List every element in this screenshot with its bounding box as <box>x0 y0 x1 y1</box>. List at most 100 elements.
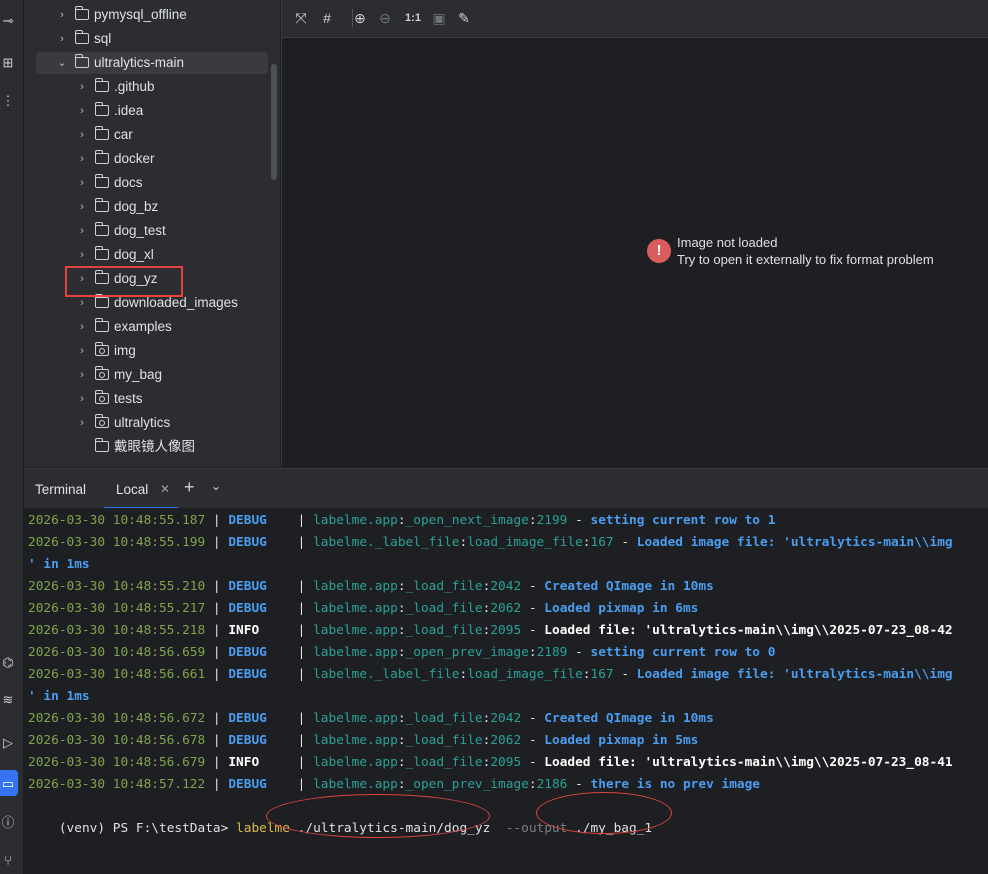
log-message: there is no prev image <box>590 777 761 792</box>
commit-icon[interactable]: ⊸ <box>0 13 16 29</box>
tree-item[interactable]: › .idea <box>24 100 280 122</box>
chevron-right-icon[interactable]: › <box>76 412 88 434</box>
log-level: DEBUG <box>228 579 267 594</box>
log-level: DEBUG <box>228 601 267 616</box>
chevron-right-icon[interactable]: › <box>76 76 88 98</box>
folder-icon <box>94 414 109 428</box>
log-module: labelme.app <box>313 601 398 616</box>
python-console-icon[interactable]: ⌬ <box>0 655 16 671</box>
terminal-header: Terminal Local ✕ + ⌄ <box>24 468 988 509</box>
folder-icon <box>94 366 109 380</box>
close-icon[interactable]: ✕ <box>160 482 170 496</box>
tree-item[interactable]: › dog_test <box>24 220 280 242</box>
folder-icon <box>94 294 109 308</box>
log-line-number: 2095 <box>490 623 522 638</box>
log-timestamp: 2026-03-30 10:48:56.672 <box>28 711 206 726</box>
chevron-right-icon[interactable]: › <box>56 4 68 26</box>
tree-item[interactable]: › docker <box>24 148 280 170</box>
git-icon[interactable]: ⑂ <box>0 853 16 869</box>
tree-item[interactable]: › docs <box>24 172 280 194</box>
chevron-down-icon[interactable]: ⌄ <box>56 52 68 74</box>
chevron-right-icon[interactable]: › <box>76 316 88 338</box>
services-icon[interactable]: ▷ <box>0 735 16 751</box>
chevron-right-icon[interactable]: › <box>56 28 68 50</box>
tree-item[interactable]: › car <box>24 124 280 146</box>
folder-icon <box>94 198 109 212</box>
log-line-number: 167 <box>590 667 614 682</box>
tree-item[interactable]: › dog_xl <box>24 244 280 266</box>
problems-icon[interactable]: ⓘ <box>0 815 16 831</box>
log-module: labelme.app <box>313 733 398 748</box>
log-message: setting current row to 0 <box>590 645 776 660</box>
chevron-right-icon[interactable]: › <box>76 148 88 170</box>
tree-item[interactable]: › dog_bz <box>24 196 280 218</box>
tree-item[interactable]: › my_bag <box>24 364 280 386</box>
tree-item[interactable]: › tests <box>24 388 280 410</box>
chevron-right-icon[interactable]: › <box>76 340 88 362</box>
tree-item-label: .idea <box>114 103 144 118</box>
log-timestamp: 2026-03-30 10:48:56.679 <box>28 755 206 770</box>
tree-scrollbar[interactable] <box>271 64 277 180</box>
log-line: 2026-03-30 10:48:57.122 | DEBUG | labelm… <box>28 777 761 792</box>
tree-item[interactable]: › ultralytics <box>24 412 280 434</box>
folder-icon <box>94 246 109 260</box>
chevron-right-icon[interactable]: › <box>76 364 88 386</box>
terminal-icon[interactable]: ▭ <box>0 776 16 792</box>
folder-icon <box>94 126 109 140</box>
log-module: labelme._label_file <box>313 535 460 550</box>
project-tree: › pymysql_offline › sql ⌄ ultralytics-main › .g… <box>24 0 280 467</box>
tree-item-label: dog_test <box>114 223 166 238</box>
error-message: Try to open it externally to fix format … <box>677 252 934 267</box>
log-function: _open_prev_image <box>405 777 529 792</box>
log-line-number: 2095 <box>490 755 522 770</box>
folder-icon <box>74 54 89 68</box>
tree-item[interactable]: ⌄ ultralytics-main <box>36 52 268 74</box>
tab-local[interactable]: Local ✕ <box>104 474 178 509</box>
folder-icon <box>74 30 89 44</box>
tree-item[interactable]: › examples <box>24 316 280 338</box>
chevron-right-icon[interactable]: › <box>76 388 88 410</box>
chevron-right-icon[interactable]: › <box>76 172 88 194</box>
terminal-title: Terminal <box>35 482 87 497</box>
tree-item[interactable]: › .github <box>24 76 280 98</box>
chevron-right-icon[interactable]: › <box>76 124 88 146</box>
grid-icon[interactable]: # <box>319 10 335 26</box>
chevron-right-icon[interactable]: › <box>76 100 88 122</box>
actual-size-button[interactable]: 1:1 <box>402 10 424 26</box>
tree-item[interactable]: 戴眼镜人像图 <box>24 436 280 458</box>
background-icon[interactable]: ▣ <box>431 10 447 26</box>
chevron-down-icon[interactable]: ⌄ <box>211 479 221 493</box>
image-toolbar: ⤧ # ⊕ ⊖ 1:1 ▣ ✎ <box>282 0 988 38</box>
tree-item[interactable]: › pymysql_offline <box>24 4 280 26</box>
layers-icon[interactable]: ≋ <box>0 692 16 708</box>
log-timestamp: 2026-03-30 10:48:56.678 <box>28 733 206 748</box>
log-module: labelme.app <box>313 579 398 594</box>
log-message: Loaded file: 'ultralytics-main\\img\\202… <box>544 755 953 770</box>
error-icon: ! <box>647 239 671 263</box>
tree-item-label: tests <box>114 391 143 406</box>
color-picker-icon[interactable]: ✎ <box>456 10 472 26</box>
new-tab-icon[interactable]: + <box>184 477 195 498</box>
log-timestamp: 2026-03-30 10:48:57.122 <box>28 777 206 792</box>
tree-item[interactable]: › img <box>24 340 280 362</box>
log-message: Loaded pixmap in 5ms <box>544 733 699 748</box>
terminal-output[interactable]: 2026-03-30 10:48:55.187 | DEBUG | labelm… <box>24 508 988 874</box>
log-line: 2026-03-30 10:48:55.218 | INFO | labelme… <box>28 623 953 638</box>
log-line: 2026-03-30 10:48:56.678 | DEBUG | labelm… <box>28 733 699 748</box>
log-timestamp: 2026-03-30 10:48:55.218 <box>28 623 206 638</box>
tree-item[interactable]: › sql <box>24 28 280 50</box>
zoom-out-icon[interactable]: ⊖ <box>377 10 393 26</box>
error-title: Image not loaded <box>677 235 778 250</box>
chevron-right-icon[interactable]: › <box>76 196 88 218</box>
chevron-right-icon[interactable]: › <box>76 220 88 242</box>
log-message: Loaded file: 'ultralytics-main\\img\\202… <box>544 623 953 638</box>
log-line-number: 2062 <box>490 601 522 616</box>
structure-icon[interactable]: ⊞ <box>0 55 16 71</box>
fit-zoom-icon[interactable]: ⤧ <box>293 10 309 26</box>
zoom-in-icon[interactable]: ⊕ <box>352 10 368 26</box>
tree-item-label: examples <box>114 319 172 334</box>
log-line-number: 2186 <box>536 777 568 792</box>
chevron-right-icon[interactable]: › <box>76 244 88 266</box>
more-icon[interactable]: ⋮ <box>0 93 16 109</box>
log-function: _load_file <box>405 579 483 594</box>
